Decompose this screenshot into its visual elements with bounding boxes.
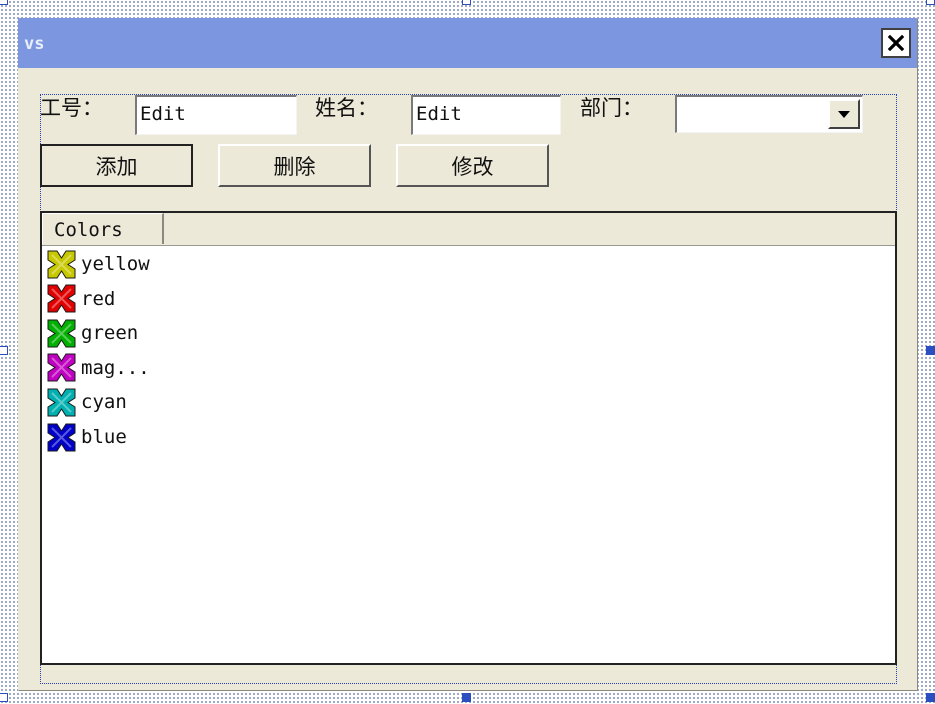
list-item-label: cyan xyxy=(81,391,127,414)
employee-name-field[interactable]: Edit xyxy=(411,95,561,135)
resize-handle-right[interactable] xyxy=(926,346,935,355)
title-bar[interactable]: vs xyxy=(18,18,917,68)
color-swatch-icon xyxy=(47,423,76,451)
dialog-window: vs 工号： Edit 姓名： Edit 部门： 添加 删除 修改 Colors… xyxy=(18,18,917,690)
resize-handle-top-right[interactable] xyxy=(926,0,935,5)
color-swatch-icon xyxy=(47,353,76,382)
employee-id-field[interactable]: Edit xyxy=(135,95,297,135)
employee-name-label: 姓名： xyxy=(315,96,378,120)
list-header: Colors xyxy=(42,213,895,246)
chevron-down-icon xyxy=(838,110,850,118)
window-title: vs xyxy=(24,34,45,54)
modify-button[interactable]: 修改 xyxy=(396,144,549,187)
employee-id-label: 工号： xyxy=(40,96,103,120)
list-item-label: mag... xyxy=(81,356,150,379)
list-item-label: yellow xyxy=(81,253,150,275)
dropdown-button[interactable] xyxy=(828,99,860,129)
color-swatch-icon xyxy=(47,284,76,313)
resize-handle-left[interactable] xyxy=(0,346,8,355)
list-item-label: green xyxy=(81,322,139,345)
list-item[interactable]: blue xyxy=(46,420,127,454)
delete-button[interactable]: 删除 xyxy=(218,144,371,187)
color-swatch-icon xyxy=(47,319,76,348)
department-select[interactable] xyxy=(675,95,863,133)
column-header-colors[interactable]: Colors xyxy=(42,213,164,244)
list-item-label: red xyxy=(81,287,116,310)
colors-list-view[interactable]: Colors yellow red green mag... cyan blue xyxy=(40,211,897,665)
close-button[interactable] xyxy=(881,28,911,58)
list-item[interactable]: mag... xyxy=(46,351,150,385)
department-label: 部门： xyxy=(580,96,643,120)
resize-handle-bottom-left[interactable] xyxy=(0,693,8,702)
list-item[interactable]: cyan xyxy=(46,385,127,419)
resize-handle-bottom-right[interactable] xyxy=(926,693,935,702)
list-item[interactable]: red xyxy=(46,282,115,316)
resize-handle-top[interactable] xyxy=(462,0,471,5)
close-icon xyxy=(888,35,904,51)
list-item[interactable]: yellow xyxy=(46,247,150,281)
add-button[interactable]: 添加 xyxy=(40,144,193,187)
list-item[interactable]: green xyxy=(46,316,138,350)
resize-handle-top-left[interactable] xyxy=(0,0,8,5)
list-item-label: blue xyxy=(81,426,127,448)
resize-handle-bottom[interactable] xyxy=(462,693,471,702)
color-swatch-icon xyxy=(47,250,76,278)
color-swatch-icon xyxy=(47,388,76,417)
